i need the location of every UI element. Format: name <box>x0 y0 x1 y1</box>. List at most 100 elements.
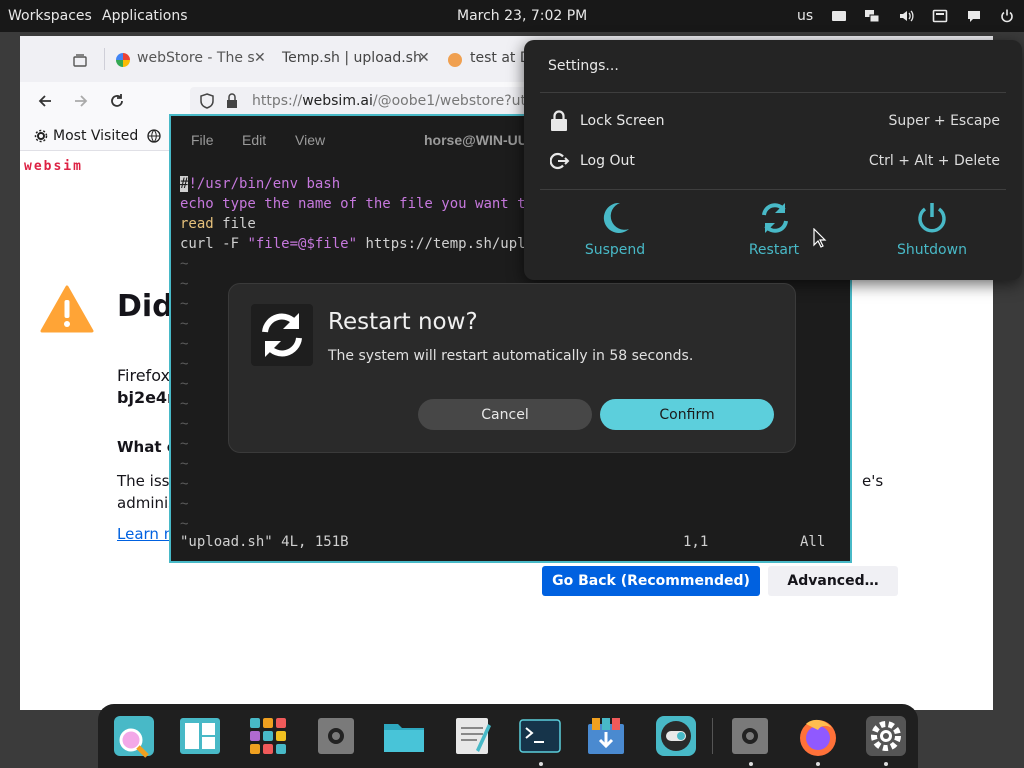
tab-test[interactable]: test at D <box>470 50 531 66</box>
clock[interactable]: March 23, 7:02 PM <box>457 8 587 24</box>
running-indicator <box>749 762 753 766</box>
advanced-button[interactable]: Advanced… <box>768 566 898 596</box>
tab-temp-sh[interactable]: Temp.sh | upload.sh <box>282 50 422 66</box>
app-library-icon[interactable] <box>246 714 290 758</box>
restart-dialog: Restart now? The system will restart aut… <box>228 283 796 453</box>
volume-icon[interactable] <box>898 8 914 24</box>
system-menu-popover: Settings... Lock Screen Super + Escape L… <box>524 40 1022 280</box>
applications-button[interactable]: Applications <box>102 8 188 24</box>
text-editor-icon[interactable] <box>450 714 494 758</box>
workspaces-button[interactable]: Workspaces <box>8 8 92 24</box>
code-keyword: read <box>180 216 214 232</box>
tab-overview-icon[interactable] <box>72 52 88 72</box>
dock <box>98 704 918 768</box>
settings-menu-item[interactable]: Settings... <box>548 58 619 74</box>
code-line: type the name of the file you want t <box>213 196 526 212</box>
dialog-message: The system will restart automatically in… <box>328 348 694 364</box>
log-out-menu-item[interactable]: Log Out Ctrl + Alt + Delete <box>524 146 1022 176</box>
empty-line-marker: ~ <box>180 256 189 272</box>
log-out-shortcut: Ctrl + Alt + Delete <box>868 153 1000 169</box>
restart-label: Restart <box>748 242 800 258</box>
running-indicator <box>539 762 543 766</box>
menu-separator <box>540 92 1006 93</box>
back-icon[interactable] <box>36 92 54 114</box>
menu-edit[interactable]: Edit <box>242 132 266 148</box>
shutdown-button[interactable]: Shutdown <box>872 200 992 258</box>
display-icon[interactable] <box>932 8 948 24</box>
url-text[interactable]: https://websim.ai/@oobe1/webstore?ut <box>252 93 526 109</box>
power-icon[interactable] <box>999 8 1015 24</box>
logout-icon <box>549 151 570 175</box>
workspaces-icon[interactable] <box>178 714 222 758</box>
dialog-title: Restart now? <box>328 309 478 335</box>
restart-icon <box>757 200 791 236</box>
empty-line-marker: ~ <box>180 436 189 452</box>
code-line: curl -F <box>180 236 248 252</box>
lock-screen-menu-item[interactable]: Lock Screen Super + Escape <box>524 106 1022 136</box>
lock-icon <box>550 110 568 136</box>
bookmark-most-visited[interactable]: Most Visited <box>53 128 138 144</box>
code-line: !/usr/bin/env bash <box>188 176 341 192</box>
settings-icon[interactable] <box>864 714 908 758</box>
moon-icon <box>598 200 632 236</box>
reload-icon[interactable] <box>108 92 126 114</box>
power-icon <box>915 200 949 236</box>
dock-separator <box>712 718 713 754</box>
cancel-button[interactable]: Cancel <box>418 399 592 430</box>
empty-line-marker: ~ <box>180 316 189 332</box>
gear-icon <box>34 128 48 147</box>
websim-logo[interactable]: websim <box>24 159 83 174</box>
settings-small-icon[interactable] <box>728 714 772 758</box>
toggle-app-icon[interactable] <box>654 714 698 758</box>
settings-small-icon[interactable] <box>314 714 358 758</box>
url-bar[interactable]: https://websim.ai/@oobe1/webstore?ut <box>190 87 550 115</box>
mouse-pointer-icon <box>813 227 827 252</box>
terminal-icon[interactable] <box>518 714 562 758</box>
warning-icon <box>40 285 94 337</box>
search-app-icon[interactable] <box>112 714 156 758</box>
terminal-title: horse@WIN-UU <box>424 132 528 148</box>
issue-text-tail: e's <box>862 472 884 490</box>
forward-icon[interactable] <box>72 92 90 114</box>
empty-line-marker: ~ <box>180 496 189 512</box>
keyboard-layout-indicator[interactable]: us <box>797 8 813 24</box>
close-tab-icon[interactable]: ✕ <box>254 50 266 66</box>
shield-icon[interactable] <box>200 93 214 113</box>
app-store-icon[interactable] <box>584 714 628 758</box>
error-code: bj2e4r <box>117 388 175 407</box>
confirm-button[interactable]: Confirm <box>600 399 774 430</box>
tab-webstore[interactable]: webStore - The s <box>137 50 255 66</box>
screen-icon[interactable] <box>831 8 847 24</box>
status-scroll-position: All <box>800 534 826 550</box>
empty-line-marker: ~ <box>180 336 189 352</box>
notifications-icon[interactable] <box>966 8 982 24</box>
globe-icon[interactable] <box>147 128 161 147</box>
status-cursor-position: 1,1 <box>683 534 709 550</box>
firefox-icon[interactable] <box>796 714 840 758</box>
empty-line-marker: ~ <box>180 396 189 412</box>
network-icon[interactable] <box>864 8 880 24</box>
lock-screen-shortcut: Super + Escape <box>888 113 1000 129</box>
empty-line-marker: ~ <box>180 456 189 472</box>
menu-view[interactable]: View <box>295 132 325 148</box>
empty-line-marker: ~ <box>180 476 189 492</box>
suspend-button[interactable]: Suspend <box>555 200 675 258</box>
menu-separator <box>540 189 1006 190</box>
test-favicon-icon <box>448 53 462 67</box>
empty-line-marker: ~ <box>180 416 189 432</box>
suspend-label: Suspend <box>584 242 646 258</box>
error-title: Did <box>117 289 174 324</box>
running-indicator <box>816 762 820 766</box>
menu-file[interactable]: File <box>191 132 214 148</box>
tab-divider <box>104 48 105 70</box>
files-icon[interactable] <box>382 714 426 758</box>
running-indicator <box>884 762 888 766</box>
code-string: "file=@$file" <box>247 236 358 252</box>
empty-line-marker: ~ <box>180 516 189 532</box>
go-back-button[interactable]: Go Back (Recommended) <box>542 566 760 596</box>
empty-line-marker: ~ <box>180 356 189 372</box>
close-tab-icon[interactable]: ✕ <box>418 50 430 66</box>
code-keyword: echo <box>180 196 214 212</box>
issue-text-line2: adminis <box>117 494 176 512</box>
lock-icon[interactable] <box>226 93 238 113</box>
